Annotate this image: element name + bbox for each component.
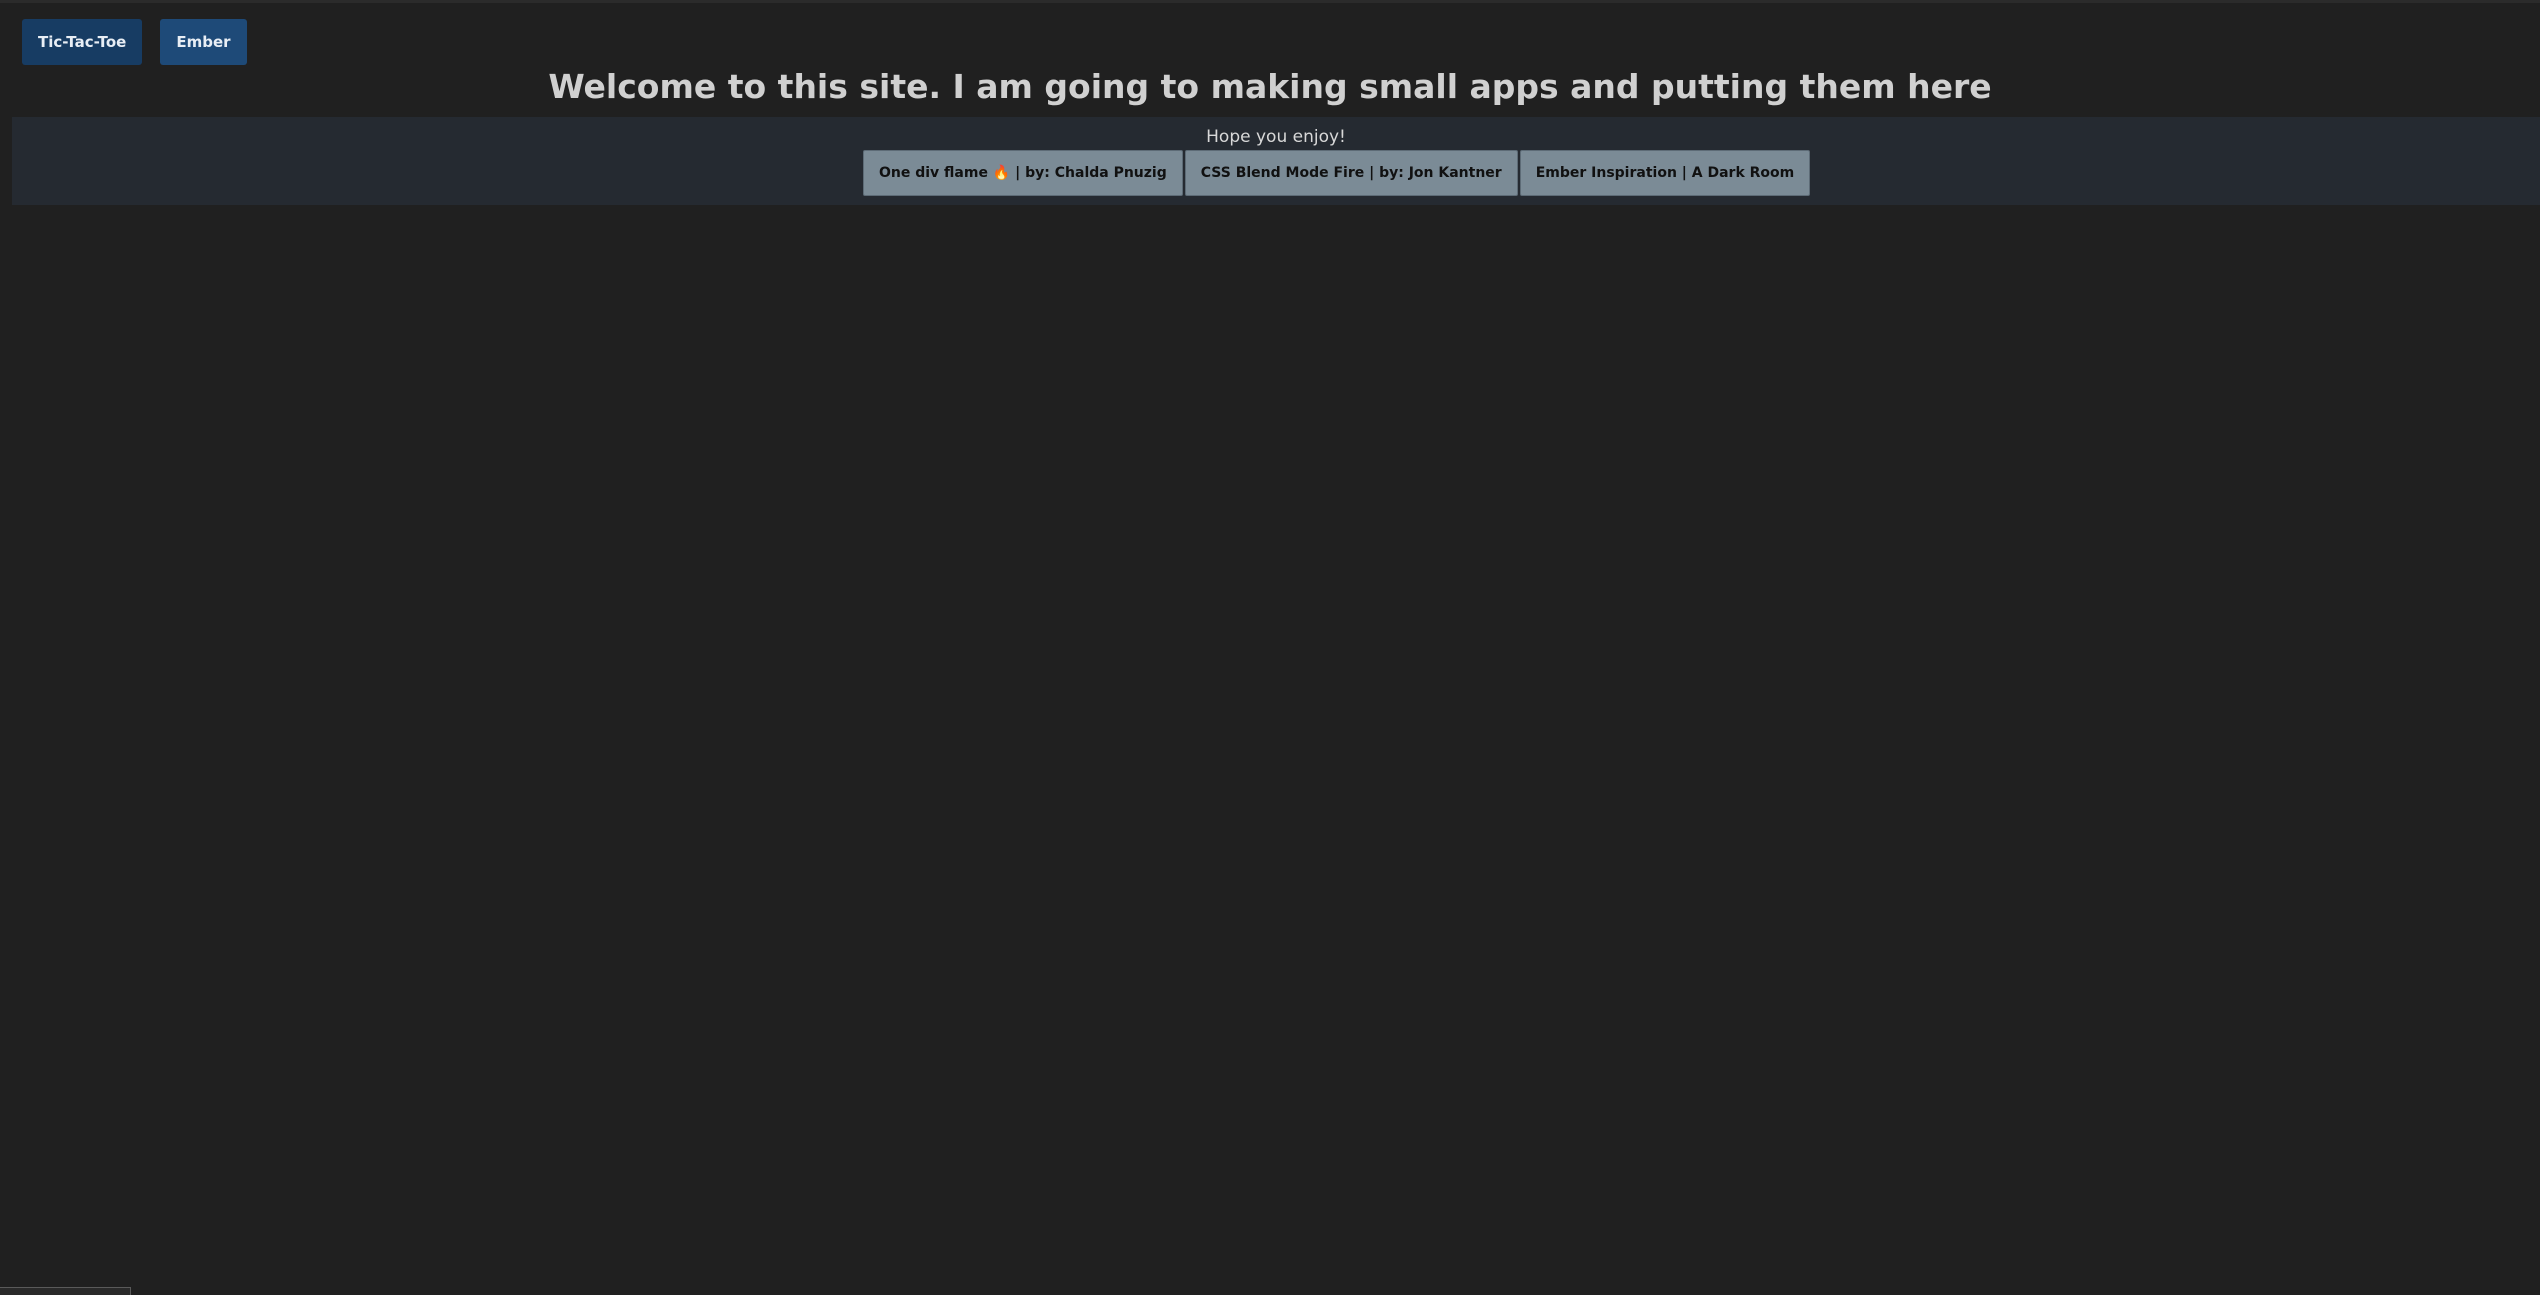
one-div-flame-button[interactable]: One div flame 🔥 | by: Chalda Pnuzig <box>863 150 1183 196</box>
top-border <box>0 0 2540 3</box>
links-panel: Hope you enjoy! One div flame 🔥 | by: Ch… <box>12 117 2540 205</box>
ember-inspiration-button[interactable]: Ember Inspiration | A Dark Room <box>1519 150 1811 196</box>
links-row: One div flame 🔥 | by: Chalda Pnuzig CSS … <box>863 150 1811 196</box>
page-title: Welcome to this site. I am going to maki… <box>548 67 1992 106</box>
panel-subtitle: Hope you enjoy! <box>1206 127 1346 147</box>
tic-tac-toe-button[interactable]: Tic-Tac-Toe <box>22 19 143 65</box>
top-nav: Tic-Tac-Toe Ember <box>22 19 247 65</box>
css-blend-mode-fire-button[interactable]: CSS Blend Mode Fire | by: Jon Kantner <box>1184 150 1518 196</box>
bottom-corner-tab <box>0 1287 131 1295</box>
ember-button[interactable]: Ember <box>160 19 247 65</box>
